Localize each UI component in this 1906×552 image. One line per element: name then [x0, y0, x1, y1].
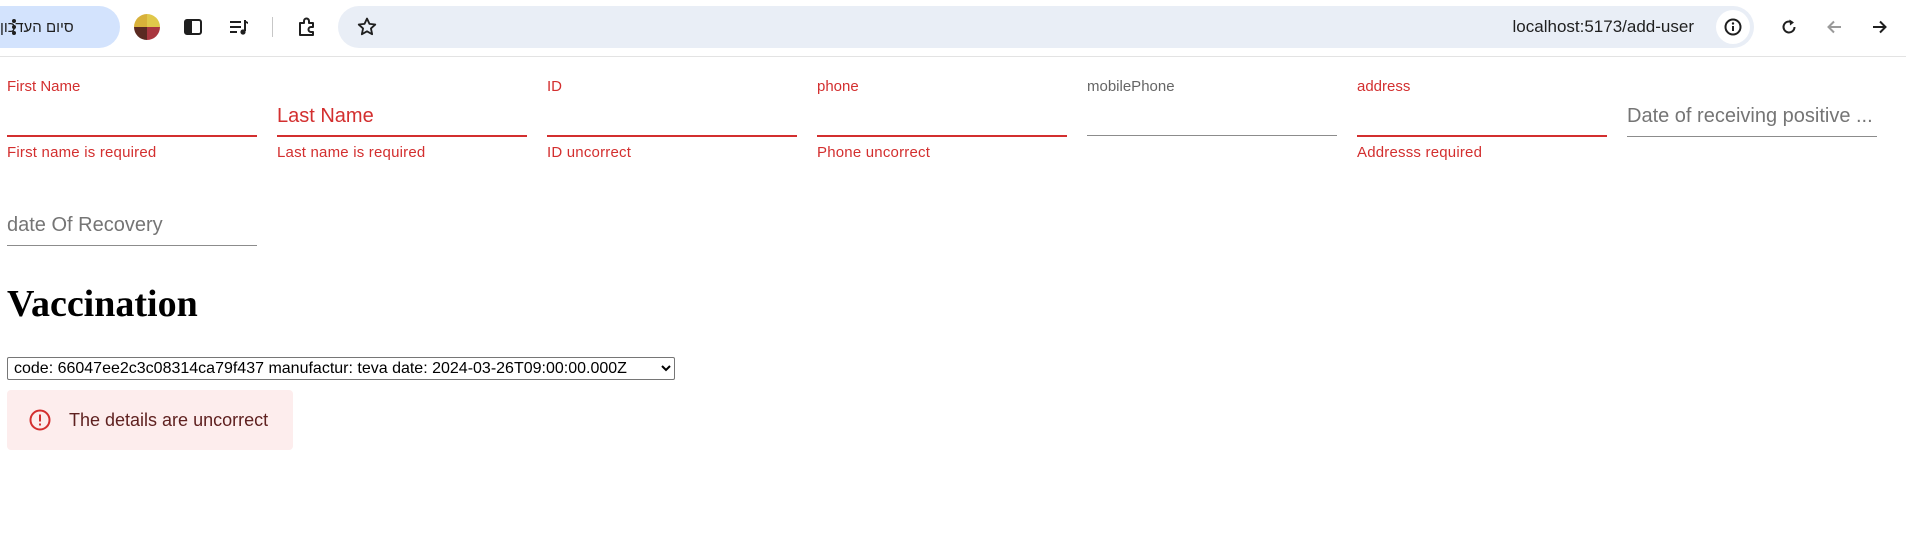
- error-alert-message: The details are uncorrect: [69, 410, 269, 430]
- mobile-phone-label: mobilePhone: [1087, 78, 1175, 95]
- last-name-error: Last name is required: [277, 144, 426, 161]
- last-name-underline: [277, 135, 527, 137]
- phone-underline: [817, 135, 1067, 137]
- first-name-label: First Name: [7, 78, 81, 95]
- media-control-icon[interactable]: [224, 12, 254, 42]
- kebab-menu-icon: [12, 19, 16, 35]
- first-name-error: First name is required: [7, 144, 157, 161]
- extensions-icon[interactable]: [292, 12, 322, 42]
- mobile-phone-underline: [1087, 135, 1337, 136]
- phone-label: phone: [817, 78, 859, 95]
- browser-toolbar: סיום העדכון localhost:5173/add-user: [0, 0, 1906, 57]
- date-recovery-placeholder: date Of Recovery: [7, 214, 163, 236]
- first-name-underline: [7, 135, 257, 137]
- site-info-icon[interactable]: [1716, 10, 1750, 44]
- date-positive-placeholder: Date of receiving positive ...: [1627, 105, 1873, 127]
- finish-update-button[interactable]: סיום העדכון: [0, 6, 120, 48]
- address-underline: [1357, 135, 1607, 137]
- bookmark-star-icon[interactable]: [352, 12, 382, 42]
- address-field[interactable]: address Addresss required: [1357, 78, 1607, 168]
- vaccination-heading: Vaccination: [7, 283, 198, 325]
- last-name-field[interactable]: Last Name Last name is required: [277, 78, 527, 168]
- date-recovery-underline: [7, 245, 257, 246]
- side-panel-icon[interactable]: [178, 12, 208, 42]
- address-error: Addresss required: [1357, 144, 1483, 161]
- profile-avatar[interactable]: [134, 14, 160, 40]
- date-recovery-field[interactable]: date Of Recovery: [7, 188, 257, 248]
- url-text[interactable]: localhost:5173/add-user: [1513, 17, 1694, 37]
- error-alert: The details are uncorrect: [7, 390, 293, 450]
- last-name-placeholder: Last Name: [277, 105, 374, 127]
- date-positive-field[interactable]: Date of receiving positive ...: [1627, 78, 1877, 168]
- id-field[interactable]: ID ID uncorrect: [547, 78, 797, 168]
- forward-arrow-icon[interactable]: [1864, 12, 1894, 42]
- address-bar[interactable]: localhost:5173/add-user: [338, 6, 1754, 48]
- back-arrow-icon[interactable]: [1820, 12, 1850, 42]
- id-error: ID uncorrect: [547, 144, 632, 161]
- id-underline: [547, 135, 797, 137]
- toolbar-separator: [272, 17, 273, 37]
- phone-error: Phone uncorrect: [817, 144, 931, 161]
- address-label: address: [1357, 78, 1411, 95]
- date-positive-underline: [1627, 136, 1877, 137]
- error-outline-icon: [29, 409, 51, 431]
- mobile-phone-field[interactable]: mobilePhone: [1087, 78, 1337, 168]
- first-name-field[interactable]: First Name First name is required: [7, 78, 257, 168]
- phone-field[interactable]: phone Phone uncorrect: [817, 78, 1067, 168]
- vaccination-select[interactable]: code: 66047ee2c3c08314ca79f437 manufactu…: [7, 357, 675, 380]
- id-label: ID: [547, 78, 562, 95]
- reload-icon[interactable]: [1774, 12, 1804, 42]
